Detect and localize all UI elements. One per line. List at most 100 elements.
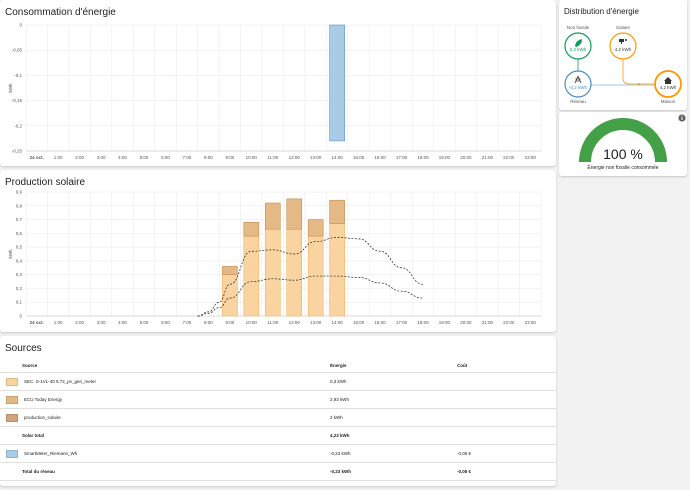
x-tick-label: 4:00 [118,155,127,160]
energy-usage-chart[interactable]: 0 -0,05 -0,1 -0,15 -0,2 -0,25 24 oct. 1:00 2:00 3… [0,0,556,166]
source-color-swatch [6,395,18,404]
x-tick-label: 4:00 [118,320,127,325]
non-fossil-gauge: 100 % Énergie non fossile consommée [579,114,686,171]
y-tick-label: 0 [19,314,22,319]
chart-bar [286,198,303,230]
x-tick-label: 12:00 [289,155,301,160]
chart-bar [243,235,260,317]
x-tick-label: 7:00 [183,320,192,325]
x-tick-label: 3:00 [97,320,106,325]
x-tick-label: 23:00 [525,320,537,325]
x-tick-label: 3:00 [97,155,106,160]
x-tick-label: 24 oct. [30,155,44,160]
solar-production-chart[interactable]: 0 0,1 0,2 0,3 0,4 0,5 0,6 0,7 0,8 0,9 24 oct. 1:00 2… [0,170,556,332]
distribution-diagram: Non fossile 0,2 kWh Solaire 4,2 kWh -0,2… [564,25,682,104]
x-tick-label: 23:00 [525,155,537,160]
node-label-solar: Solaire [616,25,631,30]
table-header-row: Source Énergie Coût [0,358,556,373]
source-cost [457,390,556,409]
x-tick-label: 21:00 [482,155,494,160]
chart-bar [329,24,345,142]
solar-production-card: Production solaire 0 0,1 0,2 0,3 0,4 0,5 0,6 0,… [0,170,556,332]
source-color-swatch [6,377,18,386]
x-tick-label: 1:00 [54,320,63,325]
y-tick-label: 0,2 [16,286,23,291]
chart-bar [264,202,281,230]
source-name: ECU Today Energy [24,397,63,402]
source-cost: -0,05 € [457,462,556,481]
x-tick-label: 19:00 [439,155,451,160]
x-tick-label: 8:00 [204,320,213,325]
x-tick-label: 20:00 [460,320,472,325]
x-tick-label: 6:00 [161,320,170,325]
info-icon[interactable] [678,114,686,122]
x-tick-label: 6:00 [161,155,170,160]
x-tick-label: 20:00 [460,155,472,160]
source-energy: 4,23 kWh [330,426,457,445]
chart-bar [329,199,345,224]
x-tick-label: 10:00 [246,320,258,325]
source-cost [457,426,556,445]
chart-bar [307,219,324,237]
node-grid[interactable] [564,70,592,98]
y-tick-label: -0,1 [14,73,22,78]
x-tick-label: 14:00 [332,155,344,160]
y-tick-label: 0,6 [16,231,23,236]
node-solar[interactable] [609,32,637,60]
card-title: Sources [5,343,42,354]
column-header-source: Source [22,362,38,368]
y-tick-label: 0,7 [16,217,23,222]
table-total-row: Solar total 4,23 kWh [0,426,556,445]
x-tick-label: 15:00 [353,320,365,325]
node-value-solar: 4,2 kWh [615,47,632,52]
source-cost: -0,05 € [457,444,556,463]
y-tick-label: 0,4 [16,258,23,263]
source-name: SEC. S-1VL-40 9.72_pv_gen_meter [24,379,97,384]
y-axis-label: kWh [8,83,13,92]
gauge-caption: Énergie non fossile consommée [587,164,658,171]
source-energy: -0,23 kWh [330,462,457,481]
source-energy: 2,93 kWh [330,390,457,409]
sources-table: Source Énergie Coût SEC. S-1VL-40 9.72_p… [0,358,556,481]
x-tick-label: 7:00 [183,155,192,160]
x-tick-label: 12:00 [289,320,301,325]
x-tick-label: 10:00 [246,155,258,160]
source-name: SmartMeter_Riemann_Wh [24,451,78,456]
energy-distribution-card: Distribution d'énergie Non fossile 0,2 k… [559,0,687,110]
x-tick-label: 18:00 [417,320,429,325]
table-row: ECU Today Energy 2,93 kWh [0,390,556,409]
x-tick-label: 14:00 [332,320,344,325]
source-name: production_solaire [24,415,61,420]
x-tick-label: 1:00 [54,155,63,160]
x-tick-label: 9:00 [225,320,234,325]
chart-bar [286,228,303,317]
column-header-energy: Énergie [330,358,457,373]
node-value-home: 4,2 kWh [660,85,677,90]
x-tick-label: 22:00 [503,320,515,325]
node-label-home: Maison [661,99,676,104]
x-tick-label: 2:00 [75,320,84,325]
x-tick-label: 16:00 [374,155,386,160]
y-tick-label: 0,1 [16,300,23,305]
table-row: production_solaire 2 kWh [0,408,556,427]
source-name: Total du réseau [22,469,55,474]
source-energy: -0,23 kWh [330,444,457,463]
y-axis-label: kWh [8,249,13,258]
node-value-fossil: 0,2 kWh [570,47,587,52]
x-tick-label: 13:00 [310,320,322,325]
y-tick-label: 0,8 [16,203,23,208]
y-tick-label: 0,9 [16,190,23,195]
x-tick-label: 5:00 [140,155,149,160]
x-tick-label: 11:00 [267,155,278,160]
energy-usage-card: Consommation d'énergie 0 -0,05 -0,1 -0,15 -0… [0,0,556,166]
x-tick-label: 16:00 [374,320,386,325]
table-total-row: Total du réseau -0,23 kWh -0,05 € [0,462,556,481]
x-tick-label: 8:00 [204,155,213,160]
x-tick-label: 9:00 [225,155,234,160]
y-tick-label: 0,3 [16,272,23,277]
table-row: SmartMeter_Riemann_Wh -0,23 kWh -0,05 € [0,444,556,463]
source-cost [457,408,556,427]
y-tick-label: -0,05 [12,48,23,53]
x-tick-label: 17:00 [396,155,408,160]
source-name: Solar total [22,433,45,438]
